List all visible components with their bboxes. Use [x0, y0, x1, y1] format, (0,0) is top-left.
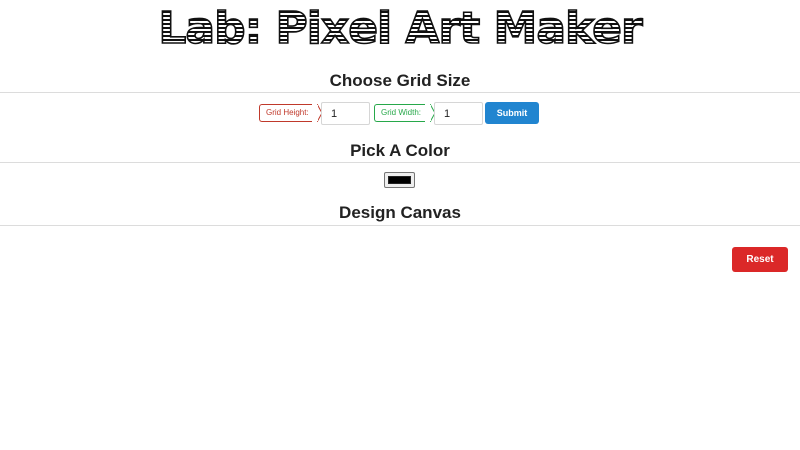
grid-width-label-text: Grid Width:: [381, 108, 422, 117]
grid-size-heading: Choose Grid Size: [329, 71, 471, 90]
page: Lab: Pixel Art Maker Choose Grid Size Gr…: [0, 0, 800, 450]
grid-height-label-text: Grid Height:: [266, 108, 309, 117]
grid-width-label: Grid Width:: [374, 104, 436, 122]
reset-button[interactable]: Reset: [732, 247, 788, 272]
color-heading: Pick A Color: [350, 141, 450, 160]
page-title: Lab: Pixel Art Maker: [158, 3, 643, 49]
canvas-heading: Design Canvas: [339, 203, 461, 222]
color-swatch: [388, 176, 411, 184]
color-divider: [0, 162, 800, 163]
color-picker-input[interactable]: [384, 172, 415, 188]
canvas-divider: [0, 225, 800, 226]
grid-width-input[interactable]: [434, 102, 483, 125]
submit-button[interactable]: Submit: [485, 102, 539, 124]
page-title-logo: Lab: Pixel Art Maker: [0, 3, 800, 49]
grid-height-input[interactable]: [321, 102, 370, 125]
grid-height-label: Grid Height:: [259, 104, 323, 122]
grid-size-divider: [0, 92, 800, 93]
